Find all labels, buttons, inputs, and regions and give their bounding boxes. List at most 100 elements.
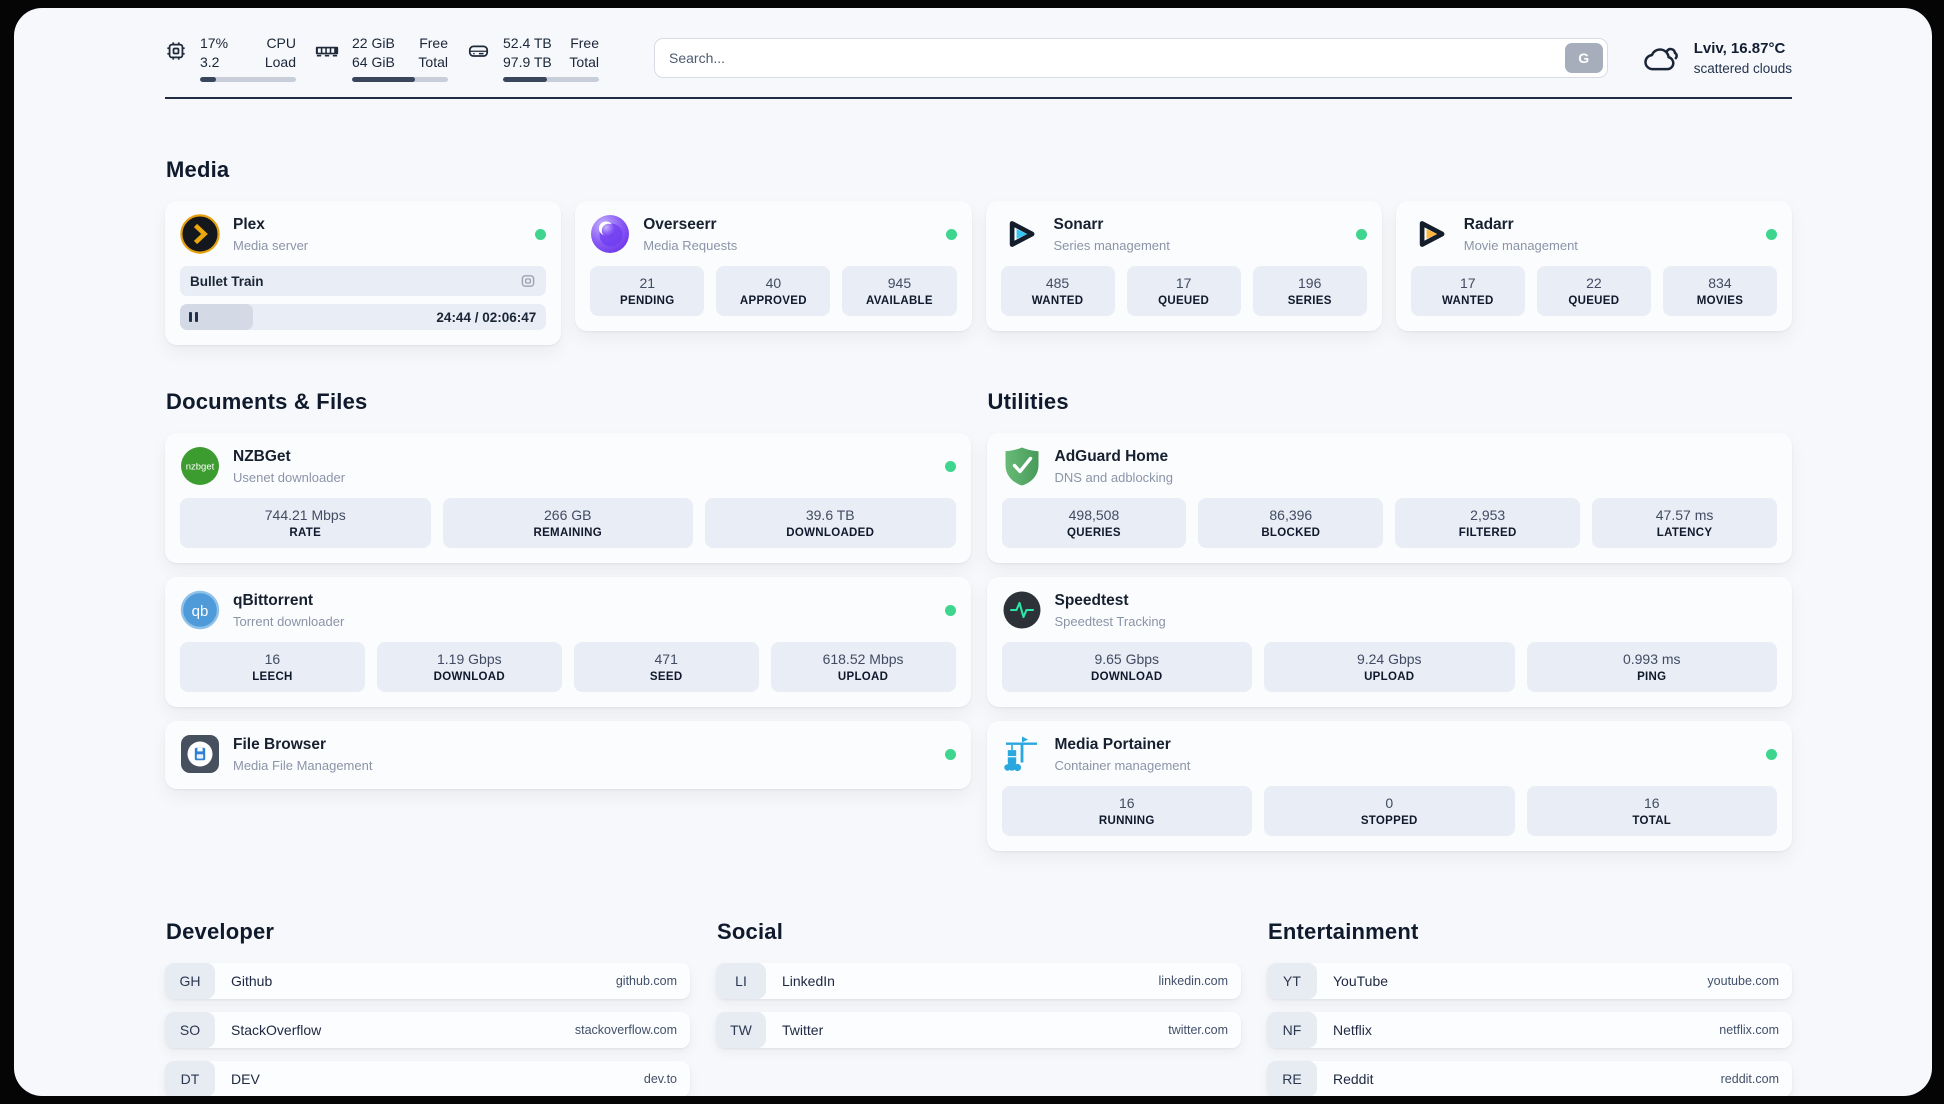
app-card-filebrowser[interactable]: File Browser Media File Management xyxy=(165,721,971,789)
app-card-overseerr[interactable]: Overseerr Media Requests 21 PENDING 40 A… xyxy=(575,201,972,331)
bookmark-domain: netflix.com xyxy=(1719,1023,1779,1037)
app-desc: Speedtest Tracking xyxy=(1054,613,1166,629)
bookmark-reddit[interactable]: RE Reddit reddit.com xyxy=(1267,1061,1792,1096)
stat-tile: 266 GB REMAINING xyxy=(442,498,693,548)
status-badge-online xyxy=(1355,228,1367,240)
status-badge-online xyxy=(535,228,547,240)
cast-icon[interactable] xyxy=(520,273,536,289)
bookmark-twitter[interactable]: TW Twitter twitter.com xyxy=(716,1012,1241,1048)
app-desc: DNS and adblocking xyxy=(1054,469,1174,485)
stat-tile: 834 MOVIES xyxy=(1662,266,1777,316)
section-title-social: Social xyxy=(717,919,784,944)
now-playing-title: Bullet Train xyxy=(190,273,264,289)
app-name: qBittorrent xyxy=(233,591,314,609)
portainer-logo xyxy=(1003,736,1037,772)
app-card-portainer[interactable]: Media Portainer Container management 16 … xyxy=(986,721,1792,851)
section-title-documents: Documents & Files xyxy=(166,389,368,414)
bookmark-stackoverflow[interactable]: SO StackOverflow stackoverflow.com xyxy=(165,1012,690,1048)
pause-icon[interactable] xyxy=(189,312,198,322)
app-card-qbittorrent[interactable]: qb qBittorrent Torrent downloader 16 LEE… xyxy=(165,577,971,707)
bookmark-abbr: YT xyxy=(1267,963,1317,999)
section-title-entertainment: Entertainment xyxy=(1268,919,1419,944)
search-engine-button[interactable]: G xyxy=(1564,43,1603,73)
cpu-load-value: 3.2 xyxy=(200,54,220,70)
disk-total-label: Total xyxy=(569,54,599,70)
app-card-nzbget[interactable]: nzbget NZBGet Usenet downloader 744.21 M… xyxy=(165,433,971,563)
weather-location-temp: Lviv, 16.87°C xyxy=(1693,39,1786,57)
cpu-progress-bar xyxy=(200,77,296,82)
app-card-speedtest[interactable]: Speedtest Speedtest Tracking 9.65 Gbps D… xyxy=(986,577,1792,707)
app-card-plex[interactable]: Plex Media server Bullet Train 24:44 / 0… xyxy=(165,201,562,345)
status-badge-online xyxy=(944,748,956,760)
app-name: Media Portainer xyxy=(1054,735,1171,753)
topbar-divider xyxy=(165,97,1792,99)
bookmark-abbr: TW xyxy=(716,1012,766,1048)
svg-text:qb: qb xyxy=(192,603,209,620)
bookmark-name: Netflix xyxy=(1333,1022,1372,1038)
stat-tile: 0 STOPPED xyxy=(1264,786,1515,836)
cpu-value: 17% xyxy=(200,35,229,51)
status-badge-online xyxy=(1766,748,1777,760)
bookmark-linkedin[interactable]: LI LinkedIn linkedin.com xyxy=(716,963,1241,999)
app-name: Sonarr xyxy=(1053,215,1104,233)
bookmark-name: StackOverflow xyxy=(231,1022,322,1038)
stat-tile: 16 LEECH xyxy=(180,642,365,692)
app-name: NZBGet xyxy=(233,447,291,465)
bookmark-name: Reddit xyxy=(1333,1071,1374,1087)
disk-total-value: 97.9 TB xyxy=(503,54,552,70)
app-card-radarr[interactable]: Radarr Movie management 17 WANTED 22 QUE… xyxy=(1395,201,1792,331)
bookmark-name: LinkedIn xyxy=(782,973,835,989)
stat-tile: 17 QUEUED xyxy=(1126,266,1241,316)
stat-tile: 1.19 Gbps DOWNLOAD xyxy=(376,642,562,692)
ram-progress-bar xyxy=(352,77,448,82)
stat-tile: 945 AVAILABLE xyxy=(842,266,957,316)
adguard-logo xyxy=(1005,447,1038,486)
stat-tile: 9.24 Gbps UPLOAD xyxy=(1264,642,1515,692)
bookmark-netflix[interactable]: NF Netflix netflix.com xyxy=(1267,1012,1792,1048)
stat-tile: 2,953 FILTERED xyxy=(1395,498,1581,548)
app-desc: Container management xyxy=(1054,757,1191,773)
status-badge-online xyxy=(944,460,956,472)
top-bar: 17% 3.2 CPU Load 22 GiB 64 GiB Free Tota… xyxy=(165,34,1792,82)
app-card-adguard[interactable]: AdGuard Home DNS and adblocking 498,508 … xyxy=(986,433,1792,563)
bookmark-dev[interactable]: DT DEV dev.to xyxy=(165,1061,690,1096)
app-desc: Media server xyxy=(233,237,309,253)
status-badge-online xyxy=(945,228,957,240)
ram-free-label: Free xyxy=(419,35,448,51)
search-input[interactable] xyxy=(654,38,1608,78)
dashboard-page: 17% 3.2 CPU Load 22 GiB 64 GiB Free Tota… xyxy=(14,8,1932,1096)
bookmark-name: Twitter xyxy=(782,1022,824,1038)
stat-tile: 40 APPROVED xyxy=(716,266,831,316)
bookmark-domain: linkedin.com xyxy=(1158,974,1228,988)
ram-icon xyxy=(315,46,339,57)
app-desc: Usenet downloader xyxy=(233,469,346,485)
app-name: Overseerr xyxy=(643,215,717,233)
bookmark-youtube[interactable]: YT YouTube youtube.com xyxy=(1267,963,1792,999)
bookmark-abbr: DT xyxy=(165,1061,215,1096)
bookmark-domain: github.com xyxy=(615,974,677,988)
app-name: Speedtest xyxy=(1054,591,1129,609)
app-desc: Torrent downloader xyxy=(233,613,345,629)
bookmark-github[interactable]: GH Github github.com xyxy=(165,963,690,999)
stat-tile: 21 PENDING xyxy=(590,266,705,316)
status-badge-online xyxy=(944,604,956,616)
app-name: Plex xyxy=(233,215,265,233)
bookmark-abbr: SO xyxy=(165,1012,215,1048)
stat-tile: 17 WANTED xyxy=(1410,266,1525,316)
now-playing-row: Bullet Train xyxy=(180,266,547,296)
bookmark-abbr: GH xyxy=(165,963,215,999)
bookmark-name: YouTube xyxy=(1333,973,1389,989)
section-title-developer: Developer xyxy=(166,919,275,944)
svg-text:nzbget: nzbget xyxy=(186,462,215,473)
cpu-icon xyxy=(167,42,185,60)
stat-tile: 744.21 Mbps RATE xyxy=(180,498,431,548)
weather-widget: Lviv, 16.87°C scattered clouds xyxy=(1642,39,1792,78)
radarr-logo xyxy=(1419,221,1445,247)
bookmark-name: DEV xyxy=(231,1071,260,1087)
playback-progress-bar: 24:44 / 02:06:47 xyxy=(180,304,547,330)
cloud-icon xyxy=(1643,47,1678,71)
disk-progress-bar xyxy=(503,77,599,82)
stat-tile: 39.6 TB DOWNLOADED xyxy=(705,498,956,548)
app-card-sonarr[interactable]: Sonarr Series management 485 WANTED 17 Q… xyxy=(985,201,1382,331)
stat-tile: 22 QUEUED xyxy=(1536,266,1651,316)
